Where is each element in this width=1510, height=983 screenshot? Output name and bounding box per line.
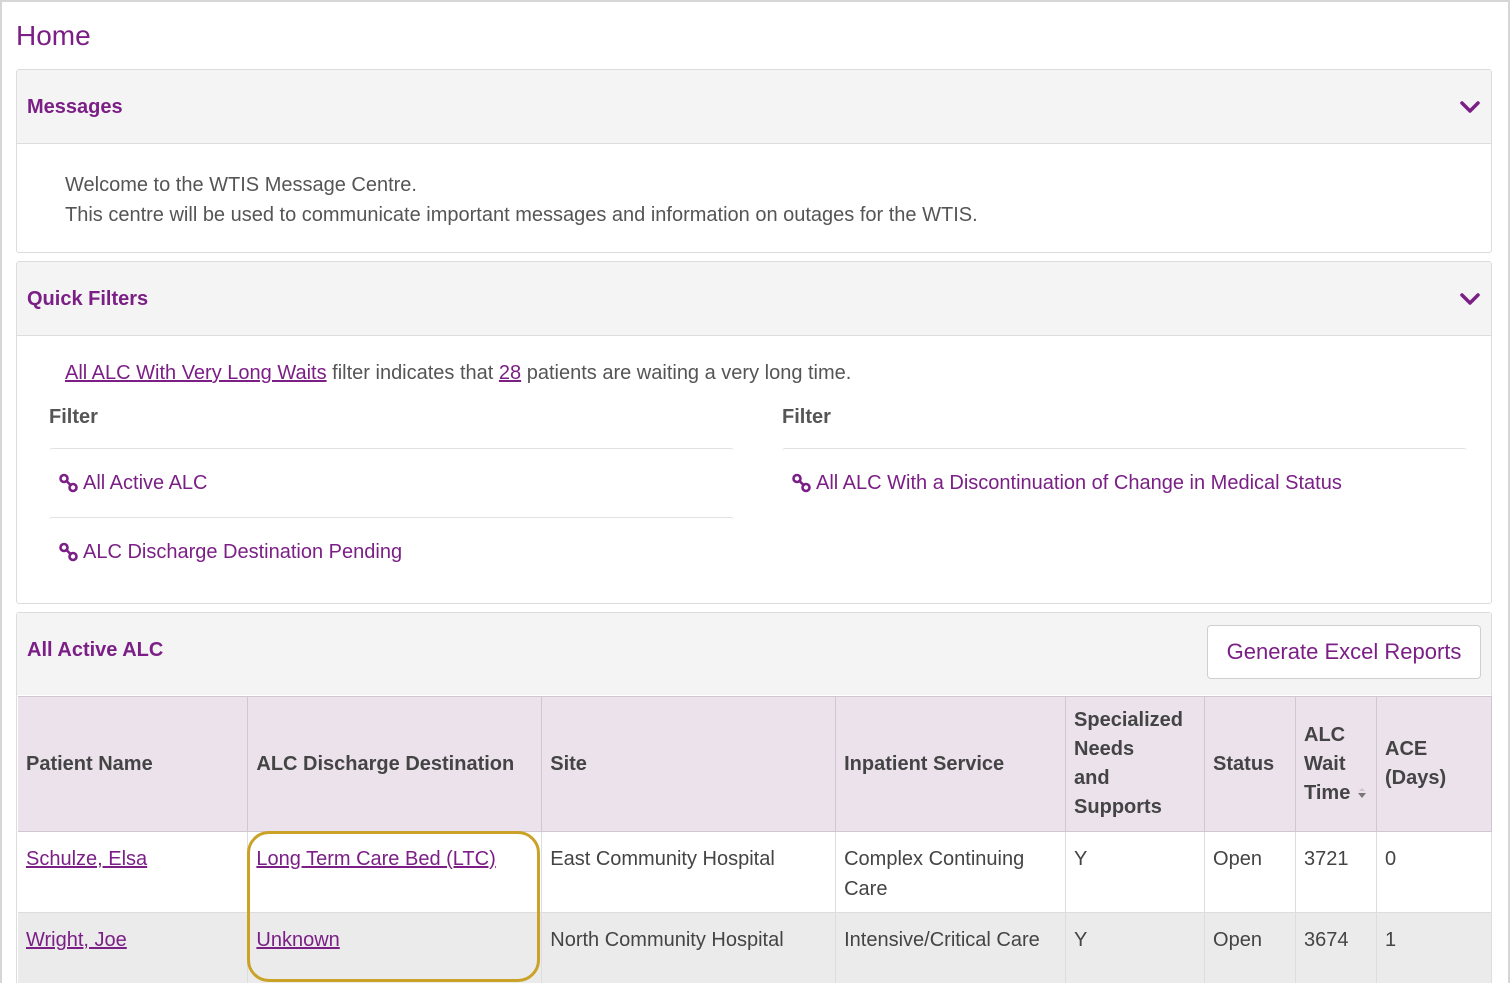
filter-link-all-active-alc[interactable]: All Active ALC [49, 448, 734, 517]
header-word: (Days) [1385, 767, 1447, 789]
header-word: ALC [1304, 723, 1346, 746]
table-row: Wright, Joe Unknown North Community Hosp… [18, 912, 1492, 983]
quick-filters-panel-title: Quick Filters [27, 288, 149, 310]
cell-alc-wait: 3721 [1295, 831, 1377, 913]
cell-site: North Community Hospital [541, 912, 837, 983]
filter-column-left: Filter All Active ALC ALC Discharge Dest… [49, 406, 734, 586]
patient-link[interactable]: Schulze, Elsa [26, 848, 147, 870]
quick-filter-notice: All ALC With Very Long Waits filter indi… [65, 362, 851, 385]
cell-destination: Long Term Care Bed (LTC) [247, 831, 543, 913]
service-line: Complex Continuing [844, 848, 1025, 870]
cell-destination: Unknown [247, 912, 543, 983]
column-header-patient-name[interactable]: Patient Name [18, 696, 249, 832]
filter-heading: Filter [49, 406, 98, 428]
patient-count-link[interactable]: 28 [499, 362, 521, 384]
header-word: Needs [1074, 738, 1135, 760]
column-header-site[interactable]: Site [541, 696, 837, 832]
link-icon [792, 473, 811, 493]
cell-specialized: Y [1065, 912, 1206, 983]
alc-panel-header: All Active ALC Generate Excel Reports [17, 613, 1491, 695]
table-header-row: Patient Name ALC Discharge Destination S… [18, 696, 1492, 832]
cell-inpatient-service: Intensive/Critical Care [835, 912, 1067, 983]
header-word: Supports [1074, 796, 1162, 818]
link-icon [59, 473, 78, 493]
header-word: and [1074, 767, 1110, 789]
filter-column-right: Filter All ALC With a Discontinuation of… [782, 406, 1467, 517]
cell-site: East Community Hospital [541, 831, 837, 913]
cell-ace: 1 [1376, 912, 1492, 983]
quick-filters-panel-header[interactable]: Quick Filters [17, 262, 1491, 336]
cell-status: Open [1204, 912, 1297, 983]
destination-link[interactable]: Unknown [256, 929, 339, 951]
cell-inpatient-service: Complex Continuing Care [835, 831, 1067, 913]
header-word: Specialized [1074, 709, 1183, 731]
messages-body: Welcome to the WTIS Message Centre. This… [17, 144, 1491, 230]
messages-panel: Messages Welcome to the WTIS Message Cen… [16, 69, 1492, 253]
generate-excel-reports-button[interactable]: Generate Excel Reports [1207, 625, 1481, 679]
cell-patient: Wright, Joe [18, 912, 249, 983]
column-header-inpatient-service[interactable]: Inpatient Service [835, 696, 1067, 832]
table-row: Schulze, Elsa Long Term Care Bed (LTC) E… [18, 831, 1492, 913]
filter-heading: Filter [782, 406, 831, 428]
service-line: Care [844, 878, 888, 900]
very-long-waits-link[interactable]: All ALC With Very Long Waits [65, 362, 327, 384]
filter-link-alc-discharge-destination-pending[interactable]: ALC Discharge Destination Pending [49, 517, 734, 586]
page-title: Home [16, 20, 91, 51]
alc-panel-title: All Active ALC [27, 639, 164, 661]
column-header-alc-wait-time[interactable]: ALC Wait Time [1295, 696, 1377, 832]
cell-specialized: Y [1065, 831, 1206, 913]
chevron-down-icon[interactable] [1459, 98, 1481, 116]
cell-status: Open [1204, 831, 1297, 913]
filter-link-discontinuation-change-medical-status[interactable]: All ALC With a Discontinuation of Change… [782, 448, 1467, 517]
column-header-ace-days[interactable]: ACE (Days) [1376, 696, 1492, 832]
alc-table: Patient Name ALC Discharge Destination S… [18, 696, 1492, 983]
filter-link-label: All ALC With a Discontinuation of Change… [816, 471, 1342, 494]
sort-descending-icon[interactable] [1356, 787, 1368, 799]
destination-link[interactable]: Long Term Care Bed (LTC) [256, 848, 495, 870]
notice-middle-text: filter indicates that [332, 362, 494, 384]
header-word: Time [1304, 781, 1351, 804]
filter-link-label: ALC Discharge Destination Pending [83, 540, 403, 563]
cell-patient: Schulze, Elsa [18, 831, 249, 913]
notice-end-text: patients are waiting a very long time. [526, 362, 852, 384]
filter-link-label: All Active ALC [83, 471, 208, 494]
message-line: Welcome to the WTIS Message Centre. [65, 174, 417, 196]
patient-link[interactable]: Wright, Joe [26, 929, 127, 951]
column-header-specialized-needs[interactable]: Specialized Needs and Supports [1065, 696, 1206, 832]
message-line: This centre will be used to communicate … [65, 204, 978, 226]
cell-ace: 0 [1376, 831, 1492, 913]
messages-panel-title: Messages [27, 96, 123, 118]
column-header-status[interactable]: Status [1204, 696, 1297, 832]
column-header-destination[interactable]: ALC Discharge Destination [247, 696, 543, 832]
cell-alc-wait: 3674 [1295, 912, 1377, 983]
chevron-down-icon[interactable] [1459, 290, 1481, 308]
quick-filters-panel: Quick Filters All ALC With Very Long Wai… [16, 261, 1492, 604]
messages-panel-header[interactable]: Messages [17, 70, 1491, 144]
link-icon [59, 542, 78, 562]
all-active-alc-panel: All Active ALC Generate Excel Reports Pa… [16, 612, 1492, 983]
header-word: Wait [1304, 752, 1346, 775]
header-word: ACE [1385, 738, 1428, 760]
